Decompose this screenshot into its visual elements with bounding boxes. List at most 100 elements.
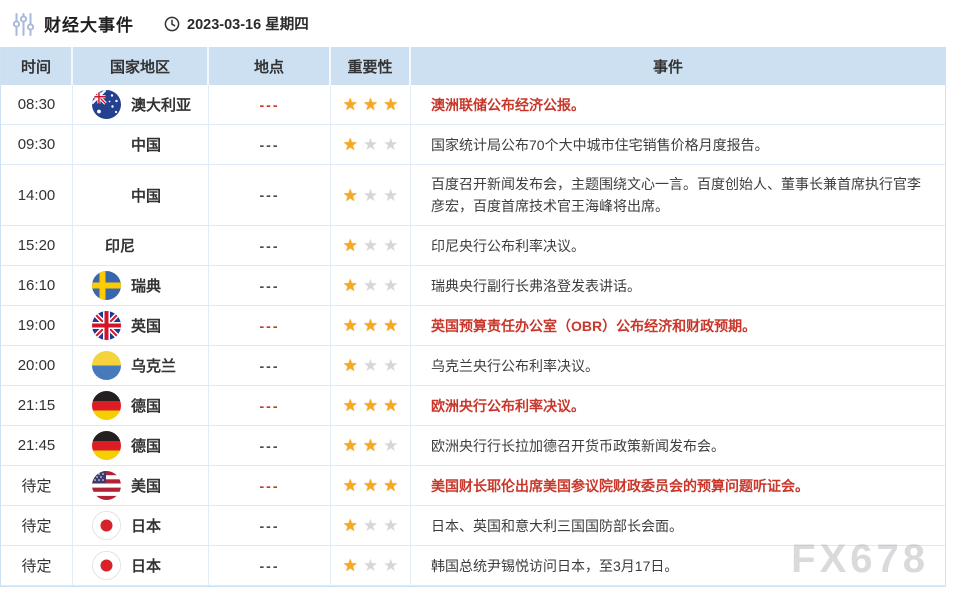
flag-ukraine-icon [92, 351, 121, 380]
location-cell: --- [209, 386, 331, 425]
importance-cell: ★ ★ ★ [331, 165, 411, 225]
event-cell: 韩国总统尹锡悦访问日本，至3月17日。 [411, 546, 945, 585]
time-cell: 待定 [1, 466, 73, 505]
country-cell: 瑞典 [73, 266, 209, 305]
star-icon: ★ [383, 436, 399, 455]
star-icon: ★ [342, 356, 358, 375]
country-name: 德国 [131, 438, 162, 455]
time-cell: 14:00 [1, 165, 73, 225]
country-name: 印尼 [105, 238, 136, 255]
time-cell: 21:45 [1, 426, 73, 465]
event-cell: 国家统计局公布70个大中城市住宅销售价格月度报告。 [411, 125, 945, 164]
flag-japan-icon [92, 511, 121, 540]
country-cell: 日本 [73, 506, 209, 545]
location-cell: --- [209, 506, 331, 545]
location-cell: --- [209, 466, 331, 505]
time-cell: 21:15 [1, 386, 73, 425]
star-icon: ★ [342, 135, 358, 154]
page-header: 财经大事件 2023-03-16 星期四 [0, 0, 955, 47]
location-value: --- [259, 136, 280, 153]
location-value: --- [259, 187, 280, 203]
star-icon: ★ [383, 476, 399, 495]
event-text: 印尼央行公布利率决议。 [431, 237, 585, 254]
importance-cell: ★ ★ ★ [331, 85, 411, 124]
column-header: 时间 [1, 47, 73, 85]
table-row: 16:10 瑞典 --- ★ ★ ★ 瑞典央行副行长弗洛登发表讲话。 [1, 266, 945, 306]
country-cell: 德国 [73, 386, 209, 425]
event-text: 欧洲央行公布利率决议。 [431, 397, 585, 414]
star-icon: ★ [383, 236, 399, 255]
country-name: 乌克兰 [131, 358, 177, 375]
location-cell: --- [209, 226, 331, 265]
table-row: 14:00 中国 --- ★ ★ ★ 百度召开新闻发布会，主题围绕文心一言。百度创始人、董事… [1, 165, 945, 226]
importance-cell: ★ ★ ★ [331, 346, 411, 385]
location-value: --- [259, 557, 280, 574]
location-value: --- [259, 477, 280, 494]
date-label: 2023-03-16 星期四 [187, 17, 309, 33]
importance-cell: ★ ★ ★ [331, 506, 411, 545]
star-icon: ★ [342, 316, 358, 335]
financial-events-page: 财经大事件 2023-03-16 星期四 时间 国家地区 地点 重要性 事件 08:30… [0, 0, 955, 596]
country-cell: 英国 [73, 306, 209, 345]
star-icon: ★ [342, 556, 358, 575]
star-icon: ★ [362, 396, 379, 415]
star-icon: ★ [342, 516, 358, 535]
flag-sweden-icon [92, 271, 121, 300]
star-icon: ★ [362, 476, 379, 495]
event-text: 欧洲央行行长拉加德召开货币政策新闻发布会。 [431, 437, 725, 454]
table-row: 待定 美国 --- ★ ★ ★ 美国财长耶伦出席美国参议院财政委员会的预算问题听证会。 [1, 466, 945, 506]
country-cell: 德国 [73, 426, 209, 465]
location-value: --- [259, 317, 280, 334]
event-text: 澳洲联储公布经济公报。 [431, 96, 585, 113]
country-name: 澳大利亚 [131, 97, 192, 114]
column-header: 重要性 [331, 47, 411, 85]
star-icon: ★ [383, 276, 399, 295]
star-icon: ★ [362, 276, 379, 295]
country-name: 中国 [131, 187, 162, 205]
event-text: 国家统计局公布70个大中城市住宅销售价格月度报告。 [431, 136, 769, 153]
importance-cell: ★ ★ ★ [331, 426, 411, 465]
clock-icon [164, 16, 180, 32]
star-icon: ★ [342, 396, 358, 415]
page-title: 财经大事件 [44, 16, 134, 35]
country-cell: 澳大利亚 [73, 85, 209, 124]
event-cell: 欧洲央行公布利率决议。 [411, 386, 945, 425]
time-cell: 15:20 [1, 226, 73, 265]
flag-usa-icon [92, 471, 121, 500]
event-text: 乌克兰央行公布利率决议。 [431, 357, 599, 374]
country-name: 美国 [131, 478, 162, 495]
flag-japan-icon [92, 551, 121, 580]
country-cell: 中国 [73, 165, 209, 225]
flag-uk-icon [92, 311, 121, 340]
table-row: 08:30 澳大利亚 --- ★ ★ ★ 澳洲联储公布经济公报。 [1, 85, 945, 125]
event-text: 英国预算责任办公室（OBR）公布经济和财政预期。 [431, 317, 757, 334]
country-name: 日本 [131, 558, 162, 575]
table-row: 20:00 乌克兰 --- ★ ★ ★ 乌克兰央行公布利率决议。 [1, 346, 945, 386]
events-table: 时间 国家地区 地点 重要性 事件 08:30 澳大利亚 --- ★ ★ ★ 澳洲联储公布经济公报… [0, 47, 946, 587]
star-icon: ★ [342, 236, 358, 255]
star-icon: ★ [362, 236, 379, 255]
time-cell: 09:30 [1, 125, 73, 164]
location-value: --- [259, 237, 280, 254]
event-text: 美国财长耶伦出席美国参议院财政委员会的预算问题听证会。 [431, 477, 809, 494]
time-cell: 20:00 [1, 346, 73, 385]
star-icon: ★ [383, 316, 399, 335]
country-cell: 日本 [73, 546, 209, 585]
event-text: 百度召开新闻发布会，主题围绕文心一言。百度创始人、董事长兼首席执行官李彦宏，百度… [431, 176, 921, 214]
star-icon: ★ [362, 516, 379, 535]
column-header: 事件 [652, 58, 683, 76]
country-name: 日本 [131, 518, 162, 535]
location-value: --- [259, 517, 280, 534]
table-row: 09:30 中国 --- ★ ★ ★ 国家统计局公布70个大中城市住宅销售价格月度报告。 [1, 125, 945, 165]
importance-cell: ★ ★ ★ [331, 266, 411, 305]
table-body: 08:30 澳大利亚 --- ★ ★ ★ 澳洲联储公布经济公报。 09:30 中国 --- ★ ★ ★… [1, 85, 945, 586]
location-cell: --- [209, 306, 331, 345]
time-cell: 待定 [1, 546, 73, 585]
location-cell: --- [209, 546, 331, 585]
event-cell: 美国财长耶伦出席美国参议院财政委员会的预算问题听证会。 [411, 466, 945, 505]
time-cell: 待定 [1, 506, 73, 545]
time-cell: 16:10 [1, 266, 73, 305]
importance-cell: ★ ★ ★ [331, 306, 411, 345]
table-row: 15:20 印尼 --- ★ ★ ★ 印尼央行公布利率决议。 [1, 226, 945, 266]
event-cell: 百度召开新闻发布会，主题围绕文心一言。百度创始人、董事长兼首席执行官李彦宏，百度… [411, 165, 945, 225]
